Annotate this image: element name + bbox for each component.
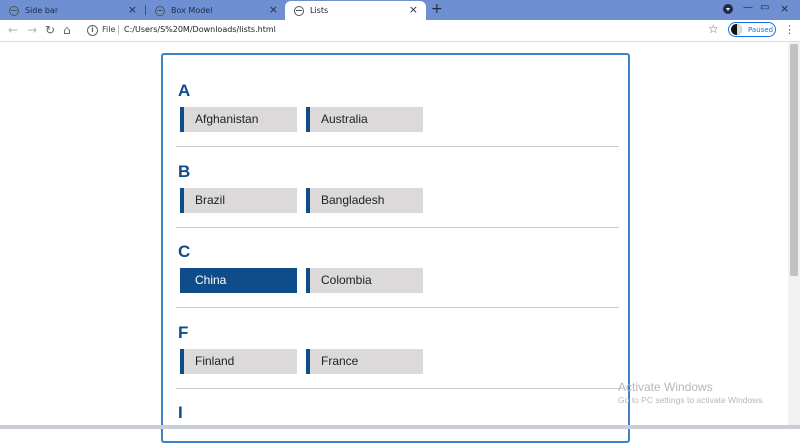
window-close-button[interactable]: × [780,2,789,15]
tab-search-icon[interactable] [723,4,733,14]
group-heading: I [178,403,183,422]
browser-toolbar: ← → ↻ ⌂ i File C:/Users/S%20M/Downloads/… [0,20,800,42]
close-icon[interactable]: × [128,3,137,16]
close-icon[interactable]: × [269,3,278,16]
list-item[interactable]: Afghanistan [180,107,297,132]
globe-icon [9,5,19,16]
tab-label: Box Model [171,6,213,15]
tab-lists[interactable]: Lists × [285,1,426,20]
divider [176,388,619,389]
profile-status: Paused [748,25,774,34]
globe-icon [155,5,165,16]
list-item[interactable]: France [306,349,423,374]
more-menu-icon[interactable]: ⋮ [784,23,795,36]
tab-side-bar[interactable]: Side bar × [0,1,145,20]
url-scheme-label: File [102,25,116,34]
list-item[interactable]: Brazil [180,188,297,213]
minimize-button[interactable]: — [743,2,753,13]
reload-icon[interactable]: ↻ [45,23,55,37]
home-icon[interactable]: ⌂ [63,23,71,37]
profile-button[interactable]: Paused [728,22,776,37]
tab-box-model[interactable]: Box Model × [146,1,286,20]
divider [176,307,619,308]
avatar [731,24,742,35]
list-item-selected[interactable]: China [180,268,297,293]
group-heading: A [178,81,191,100]
group-heading: F [178,323,189,342]
list-item[interactable]: Australia [306,107,423,132]
list-item[interactable]: Bangladesh [306,188,423,213]
group-heading: B [178,162,191,181]
list-card: A Afghanistan Australia B Brazil Banglad… [161,53,630,443]
watermark-title: Activate Windows [618,380,713,394]
watermark-subtitle: Go to PC settings to activate Windows. [618,395,765,405]
tab-label: Side bar [25,6,59,15]
tab-strip: Side bar × Box Model × Lists × + — ▭ × [0,0,800,20]
address-bar[interactable]: C:/Users/S%20M/Downloads/lists.html [124,25,276,34]
list-item[interactable]: Finland [180,349,297,374]
forward-arrow-icon[interactable]: → [27,23,37,37]
divider [176,146,619,147]
tab-label: Lists [310,6,329,15]
new-tab-button[interactable]: + [431,1,443,17]
list-item[interactable]: Colombia [306,268,423,293]
scrollbar-thumb[interactable] [790,44,798,276]
taskbar [0,425,800,429]
bookmark-star-icon[interactable]: ☆ [708,22,719,36]
close-icon[interactable]: × [409,3,418,16]
back-arrow-icon[interactable]: ← [8,23,18,37]
group-heading: C [178,242,191,261]
info-icon[interactable]: i [87,25,98,36]
globe-icon [294,5,304,16]
divider [176,227,619,228]
url-divider [118,25,119,35]
maximize-button[interactable]: ▭ [760,2,769,13]
